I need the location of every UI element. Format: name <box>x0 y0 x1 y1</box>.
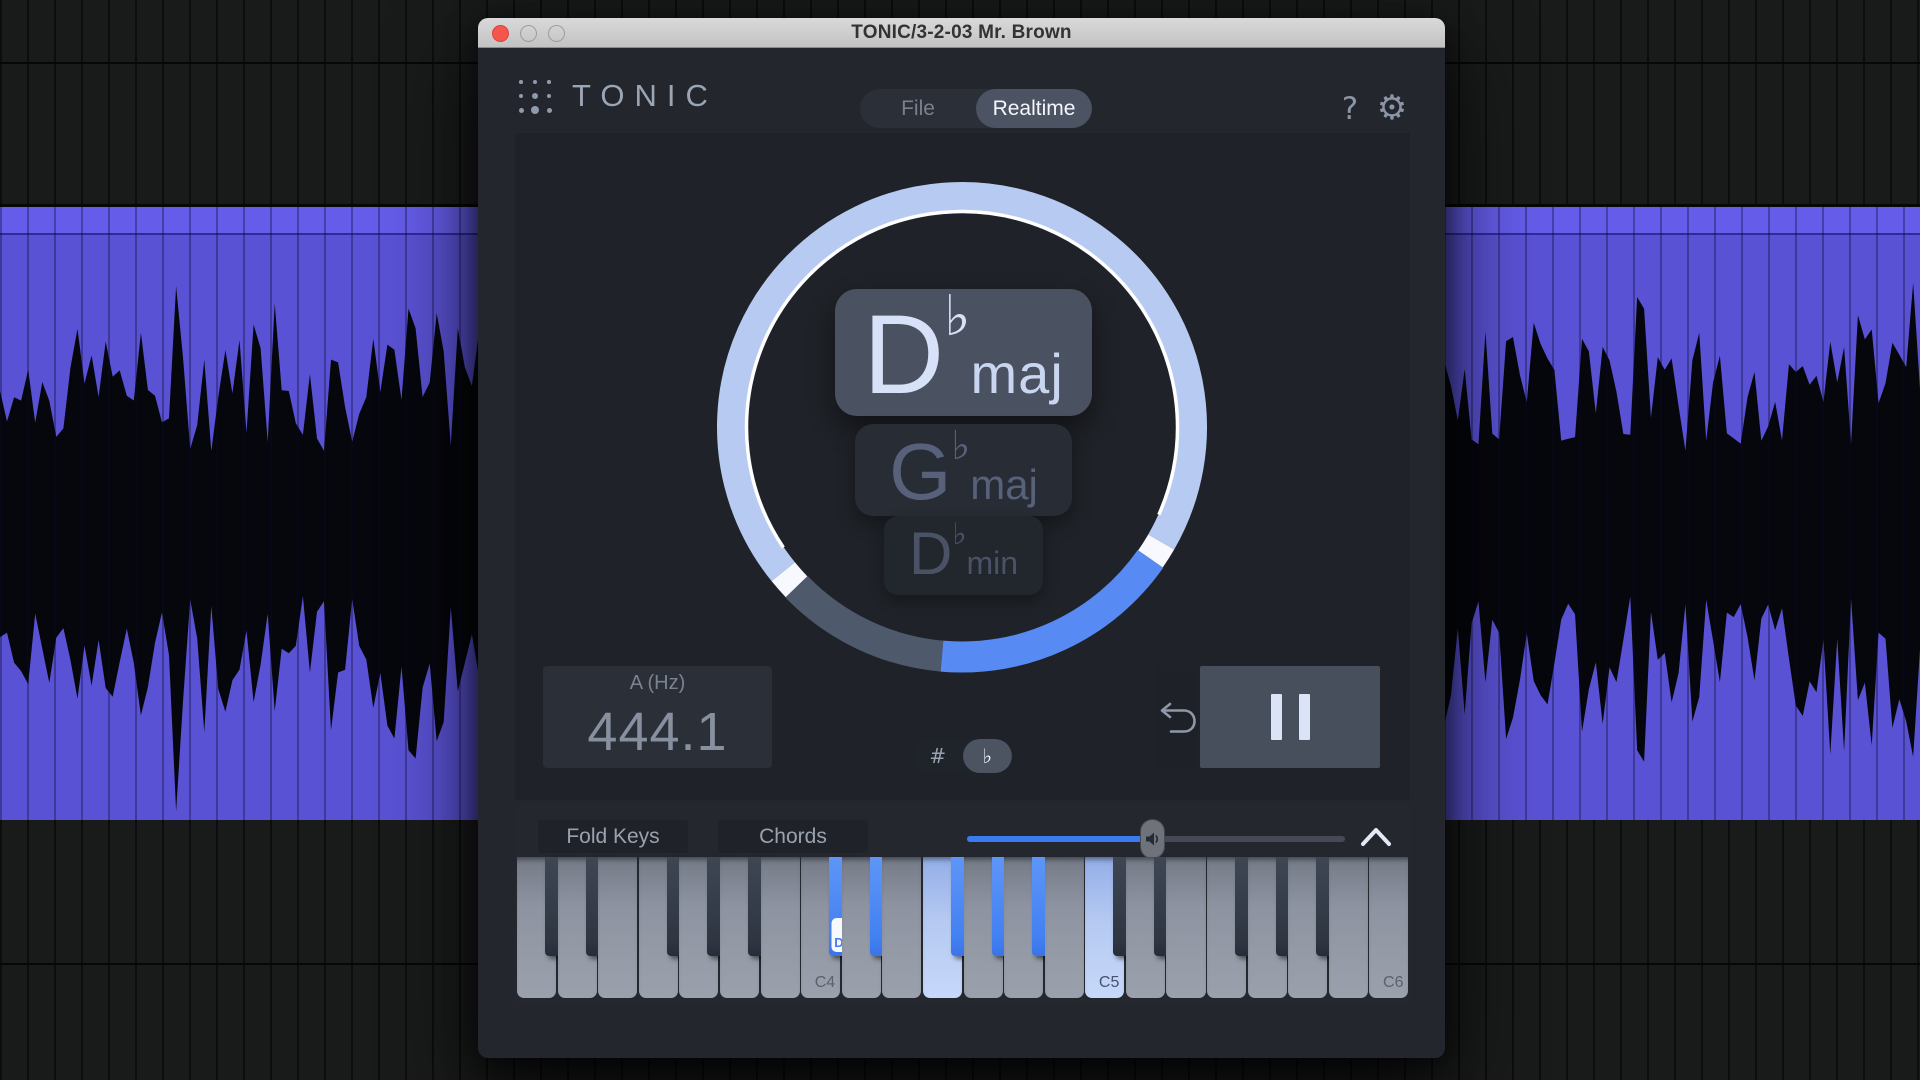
volume-slider-fill <box>967 836 1152 842</box>
speaker-icon <box>1143 830 1161 848</box>
window-titlebar[interactable]: TONIC/3-2-03 Mr. Brown <box>478 18 1445 48</box>
tonic-logo: TONIC <box>514 75 718 117</box>
key-quality: maj <box>971 346 1064 402</box>
piano-key-E5[interactable] <box>1166 857 1205 998</box>
mode-segmented-control: FileRealtime <box>860 89 1092 128</box>
daw-desktop: TONIC/3-2-03 Mr. Brown TONIC FileRealtim… <box>0 0 1920 1080</box>
help-icon[interactable]: ? <box>1335 89 1365 129</box>
piano-key-B5[interactable] <box>1329 857 1368 998</box>
close-button[interactable] <box>492 25 509 42</box>
tab-file[interactable]: File <box>860 89 976 128</box>
piano-key-B4[interactable] <box>1045 857 1084 998</box>
volume-slider-thumb[interactable] <box>1140 819 1165 859</box>
flat-option[interactable]: ♭ <box>963 739 1013 773</box>
pause-icon <box>1271 694 1282 740</box>
detected-key-alternative-1[interactable]: G ♭ maj <box>855 424 1072 516</box>
audio-waveform-clip-left <box>0 207 486 820</box>
detected-key-alternative-2[interactable]: D ♭ min <box>884 516 1043 595</box>
key-label-C6: C6 <box>1383 974 1403 992</box>
chords-button[interactable]: Chords <box>718 820 868 853</box>
flat-icon: ♭ <box>951 426 970 466</box>
gear-icon[interactable]: ⚙ <box>1374 87 1410 129</box>
key-quality: maj <box>970 464 1038 506</box>
collapse-panel-chevron-icon[interactable] <box>1360 824 1392 850</box>
zoom-button[interactable] <box>548 25 565 42</box>
piano-key-E4[interactable] <box>882 857 921 998</box>
sharp-flat-toggle: # ♭ <box>913 739 1012 773</box>
traffic-lights <box>492 18 565 48</box>
key-root: G <box>889 432 951 512</box>
grid-lines <box>0 207 486 820</box>
sharp-option[interactable]: # <box>913 739 963 773</box>
tab-realtime[interactable]: Realtime <box>976 89 1092 128</box>
key-root: D <box>909 524 952 584</box>
audio-waveform-clip-right <box>1444 207 1920 820</box>
key-root: D <box>863 299 944 411</box>
undo-icon <box>1158 697 1198 737</box>
pause-icon <box>1299 694 1310 740</box>
tonic-logo-icon <box>514 75 556 117</box>
key-quality: min <box>966 547 1018 579</box>
window-title: TONIC/3-2-03 Mr. Brown <box>478 22 1445 44</box>
volume-slider[interactable] <box>967 836 1345 842</box>
key-detection-panel: D ♭ maj G ♭ maj D ♭ min A (Hz) 444.1 # ♭ <box>515 133 1410 800</box>
keyboard-panel: Fold Keys Chords C4♭DC5C6 <box>515 805 1410 1005</box>
tonic-logo-text: TONIC <box>572 78 718 114</box>
tuning-value: 444.1 <box>587 701 727 763</box>
detected-key-primary: D ♭ maj <box>835 289 1092 416</box>
flat-icon: ♭ <box>944 289 970 345</box>
piano-key-B3[interactable] <box>761 857 800 998</box>
key-label-C5: C5 <box>1099 974 1119 992</box>
tuning-label: A (Hz) <box>630 672 686 695</box>
flat-icon: ♭ <box>952 520 966 550</box>
piano-key-E3[interactable] <box>598 857 637 998</box>
fold-keys-button[interactable]: Fold Keys <box>538 820 688 853</box>
reference-tuning-box[interactable]: A (Hz) 444.1 <box>543 666 772 768</box>
reset-button[interactable] <box>1157 666 1198 768</box>
piano-keyboard: C4♭DC5C6 <box>517 857 1410 998</box>
key-label-C4: C4 <box>815 974 835 992</box>
minimize-button[interactable] <box>520 25 537 42</box>
tonic-plugin-window: TONIC/3-2-03 Mr. Brown TONIC FileRealtim… <box>478 18 1445 1058</box>
piano-key-C6[interactable]: C6 <box>1369 857 1408 998</box>
grid-lines <box>1444 207 1920 820</box>
pause-button[interactable] <box>1200 666 1380 768</box>
